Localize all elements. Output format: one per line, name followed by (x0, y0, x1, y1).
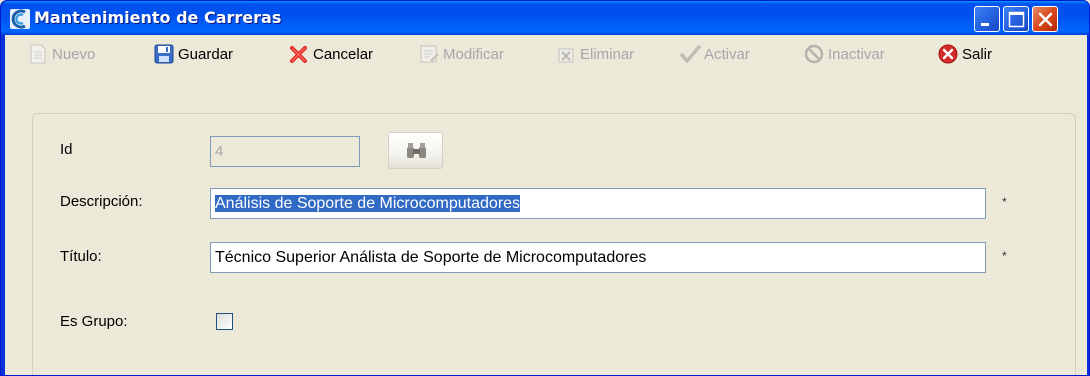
nuevo-label: Nuevo (52, 45, 96, 63)
maximize-icon (1008, 11, 1025, 28)
activar-button[interactable]: Activar (679, 42, 750, 66)
window-client-area: Nuevo Guardar Cancelar Modificar Elimina… (5, 35, 1087, 375)
floppy-disk-icon (154, 44, 174, 64)
guardar-button[interactable]: Guardar (153, 42, 233, 66)
checkmark-icon (680, 45, 701, 63)
new-document-icon (30, 44, 46, 64)
window-title: Mantenimiento de Carreras (34, 8, 282, 27)
title-bar[interactable]: Mantenimiento de Carreras (1, 1, 1089, 35)
descripcion-input[interactable]: Análisis de Soporte de Microcomputadores (210, 188, 986, 219)
eliminar-button[interactable]: Eliminar (555, 42, 634, 66)
binoculars-icon (407, 143, 426, 158)
descripcion-label: Descripción: (60, 193, 143, 210)
close-icon (1038, 12, 1053, 27)
find-button[interactable] (388, 132, 443, 169)
eliminar-label: Eliminar (580, 45, 635, 63)
es-grupo-checkbox[interactable] (216, 313, 233, 330)
salir-label: Salir (962, 45, 993, 63)
exit-icon (938, 44, 958, 64)
titulo-value: Técnico Superior Análista de Soporte de … (215, 249, 647, 266)
inactivar-label: Inactivar (828, 45, 885, 63)
guardar-label: Guardar (178, 45, 234, 63)
titulo-label: Título: (60, 248, 102, 265)
descripcion-required-marker: * (1002, 195, 1007, 209)
titulo-required-marker: * (1002, 249, 1007, 263)
no-entry-icon (804, 44, 824, 64)
modificar-button[interactable]: Modificar (418, 42, 504, 66)
minimize-button[interactable] (974, 6, 1000, 32)
red-x-icon (290, 46, 307, 63)
activar-label: Activar (704, 45, 750, 63)
cancelar-label: Cancelar (313, 45, 374, 63)
toolbar: Nuevo Guardar Cancelar Modificar Elimina… (5, 35, 1087, 73)
app-logo-icon (10, 9, 30, 29)
maximize-button[interactable] (1003, 6, 1029, 32)
descripcion-value: Análisis de Soporte de Microcomputadores (215, 195, 521, 212)
edit-document-icon (420, 45, 439, 63)
id-label: Id (60, 141, 73, 158)
minimize-icon (981, 23, 989, 26)
cancelar-button[interactable]: Cancelar (288, 42, 373, 66)
es-grupo-label: Es Grupo: (60, 313, 128, 330)
nuevo-button[interactable]: Nuevo (27, 42, 95, 66)
delete-icon (558, 48, 574, 63)
close-button[interactable] (1032, 6, 1058, 32)
main-window: Mantenimiento de Carreras Nuevo Guardar … (0, 0, 1090, 376)
modificar-label: Modificar (443, 45, 504, 63)
salir-button[interactable]: Salir (937, 42, 992, 66)
titulo-input[interactable]: Técnico Superior Análista de Soporte de … (210, 242, 986, 273)
inactivar-button[interactable]: Inactivar (803, 42, 885, 66)
id-field: 4 (210, 136, 360, 167)
